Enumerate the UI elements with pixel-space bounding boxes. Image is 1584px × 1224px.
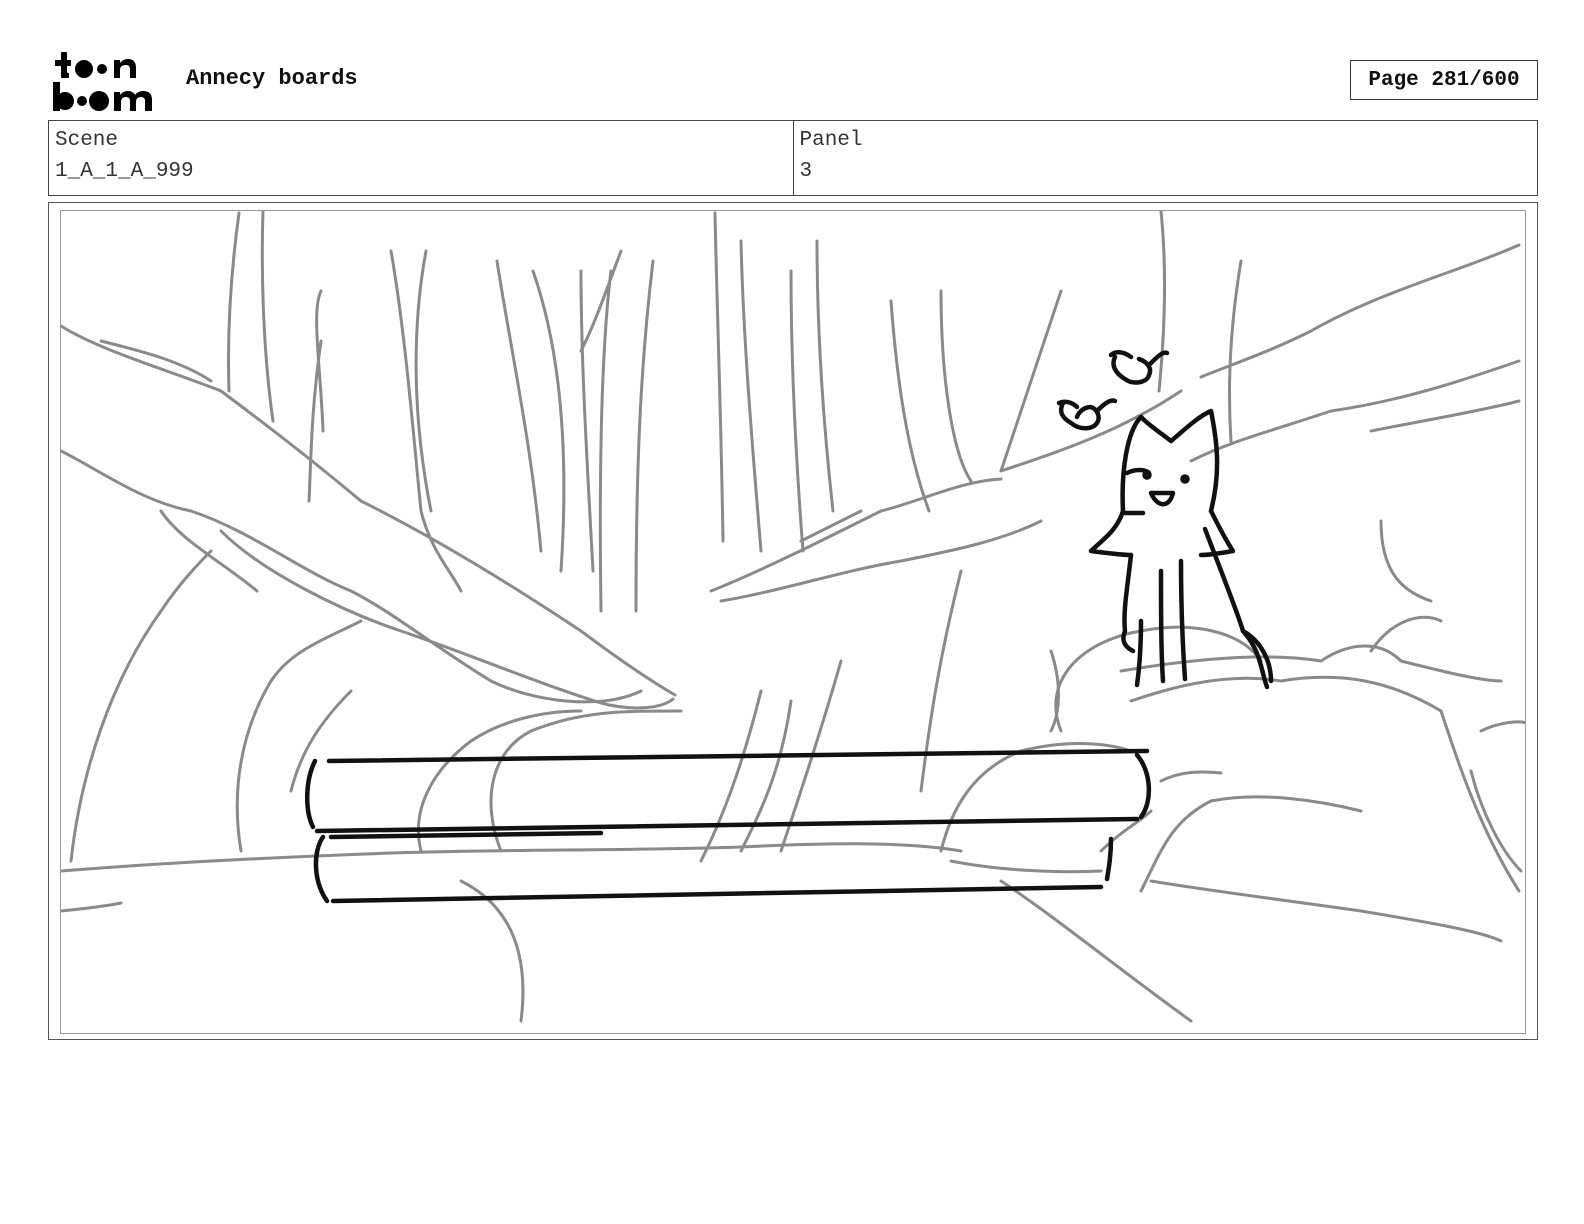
foreground-sketch bbox=[305, 350, 1274, 904]
scene-value: 1_A_1_A_999 bbox=[55, 160, 194, 183]
scene-label: Scene bbox=[55, 129, 119, 152]
background-sketch bbox=[61, 211, 1525, 1023]
forest-sketch-drawing bbox=[61, 211, 1525, 1023]
toon-boom-logo bbox=[53, 52, 152, 111]
document-title: Annecy boards bbox=[186, 66, 358, 91]
page-indicator-text: Page 281/600 bbox=[1368, 68, 1520, 92]
panel-label: Panel bbox=[799, 129, 863, 152]
storyboard-panel-frame bbox=[48, 202, 1538, 1040]
scene-cell: Scene 1_A_1_A_999 bbox=[49, 121, 793, 195]
scene-panel-info: Scene 1_A_1_A_999 Panel 3 bbox=[48, 120, 1538, 196]
storyboard-panel bbox=[60, 210, 1526, 1034]
page-indicator: Page 281/600 bbox=[1350, 60, 1538, 100]
panel-cell: Panel 3 bbox=[792, 121, 1538, 195]
panel-value: 3 bbox=[799, 160, 813, 183]
